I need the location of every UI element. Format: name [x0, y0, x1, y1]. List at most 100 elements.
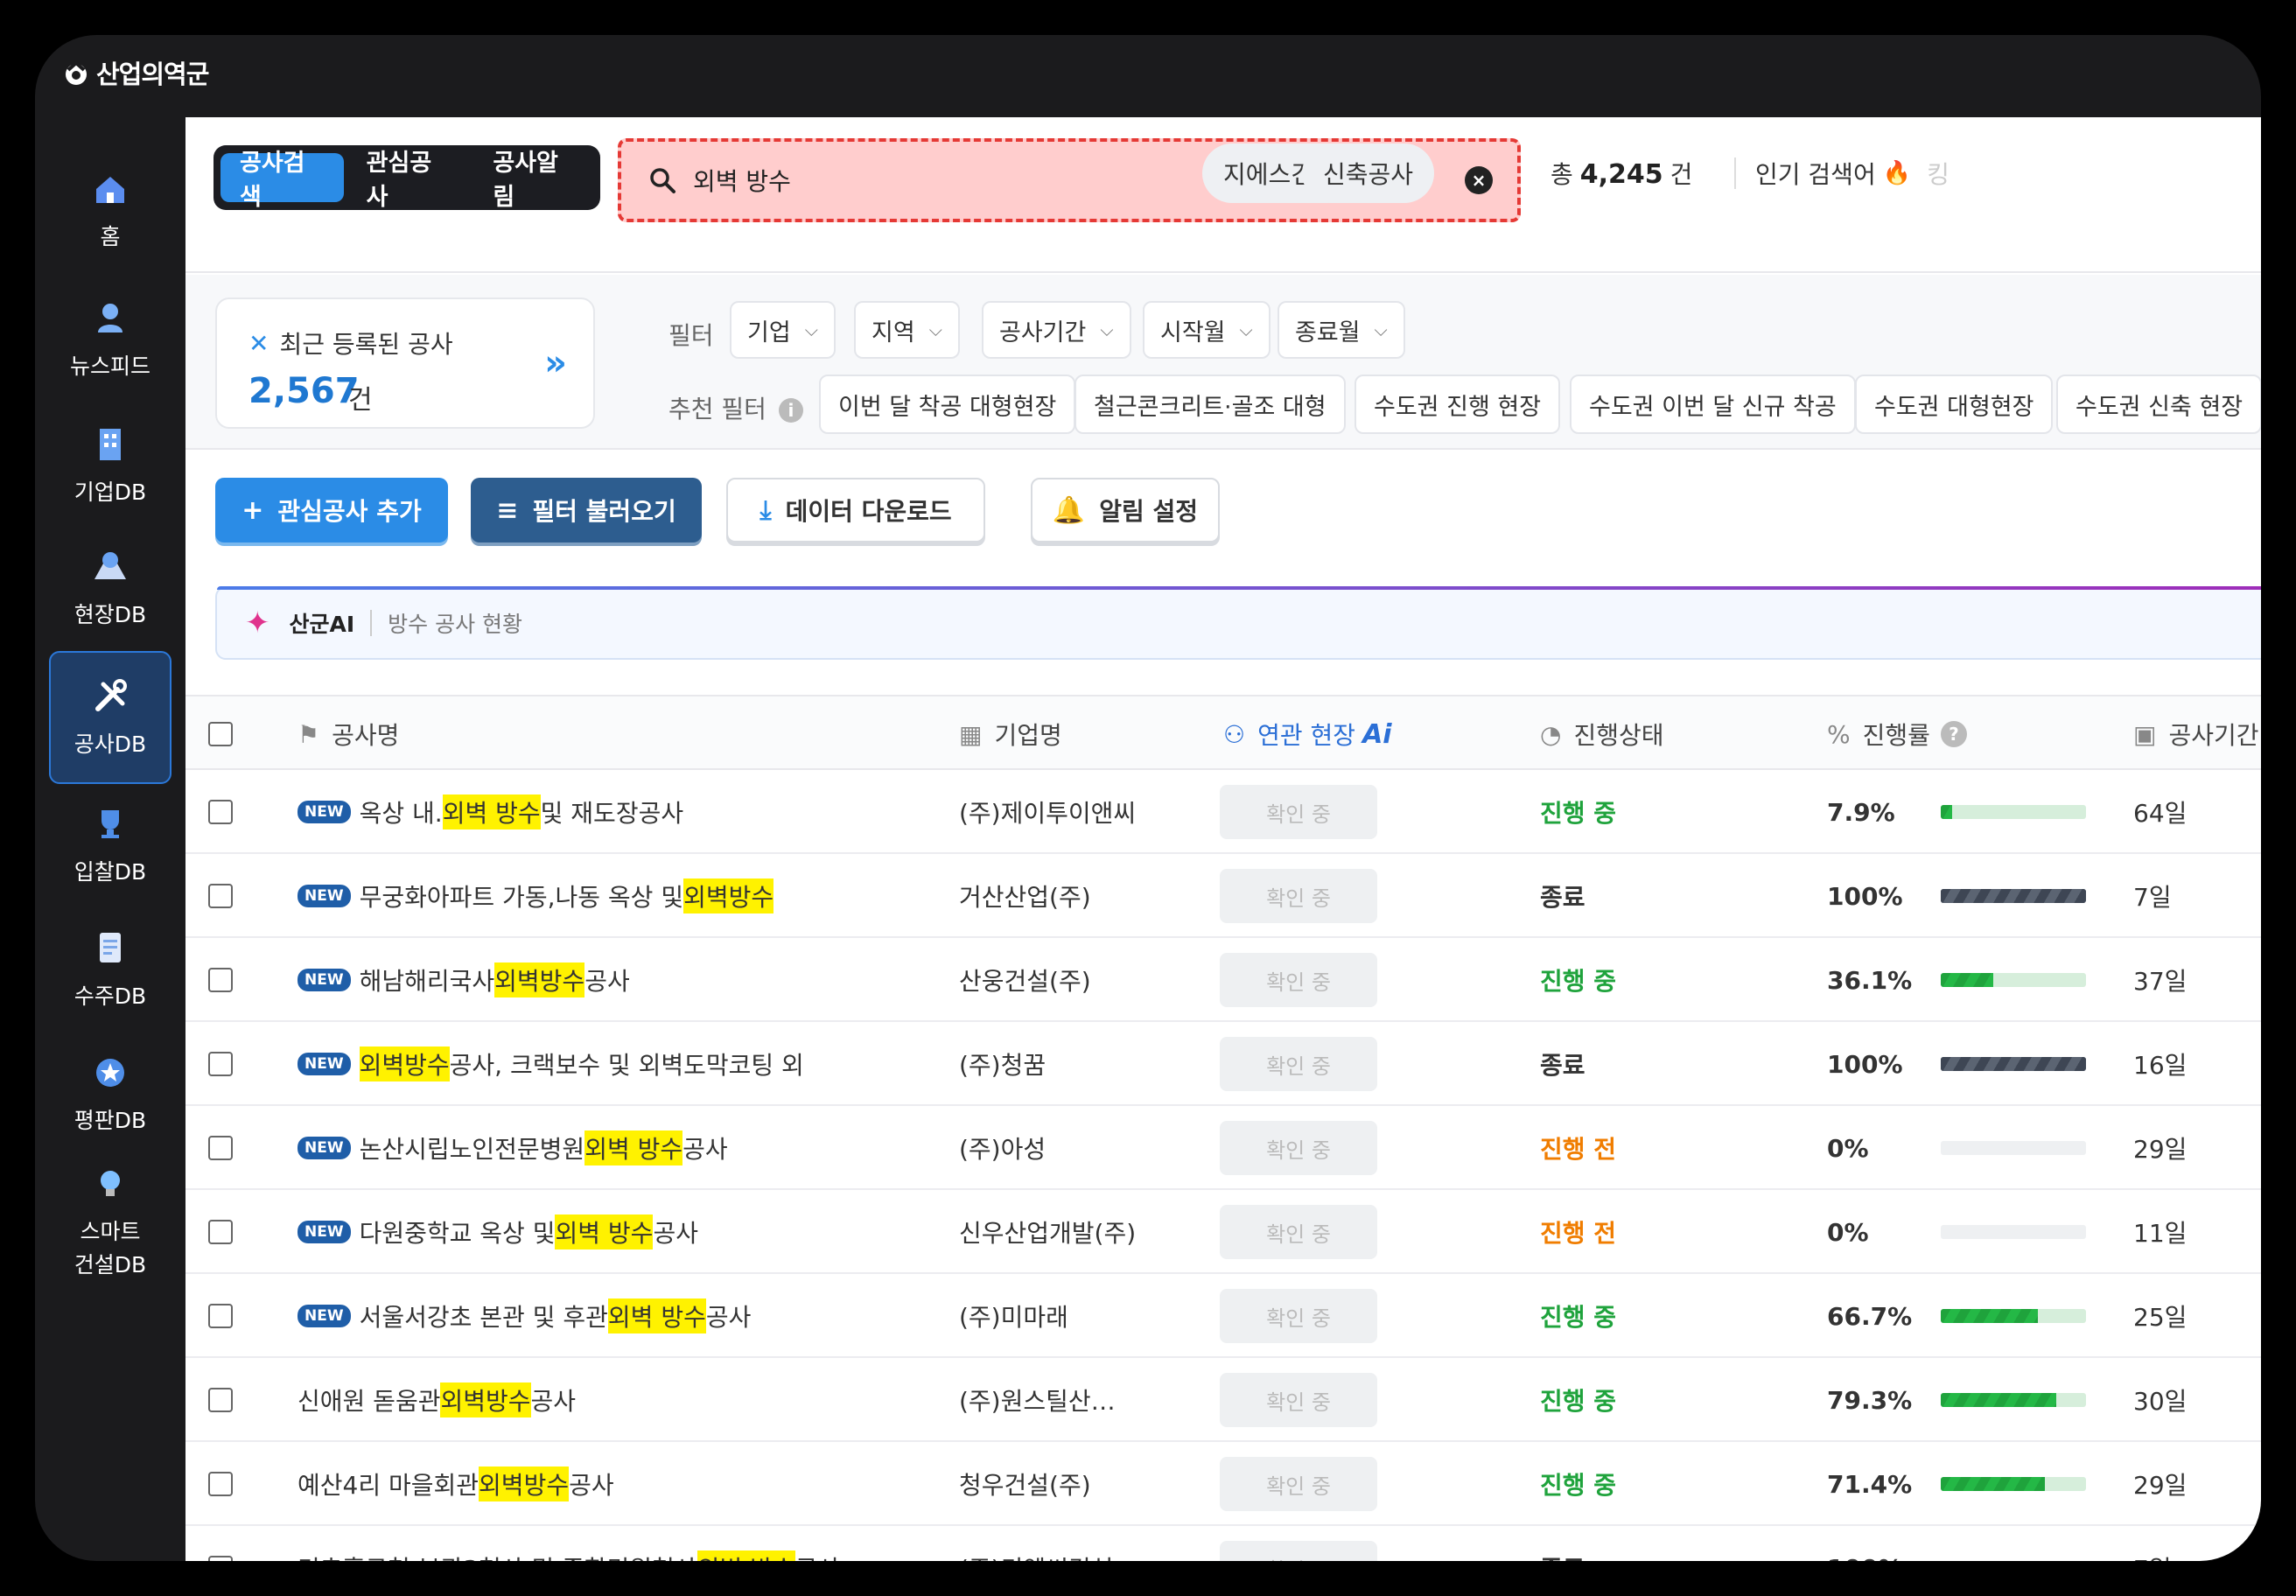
project-name[interactable]: NEW 다원중학교 옥상 및 외벽 방수 공사: [298, 1190, 698, 1274]
table-row[interactable]: NEW 무궁화아파트 가동,나동 옥상 및 외벽방수 거산산업(주) 확인 중 종료 10…: [186, 854, 2261, 938]
col-header-status[interactable]: ◔ 진행상태: [1540, 696, 1663, 772]
sidebar-item-4[interactable]: 현장DB: [49, 522, 172, 654]
company-name[interactable]: 거산산업(주): [959, 854, 1091, 938]
popular-chip-2[interactable]: 신축공사: [1302, 144, 1435, 203]
table-row[interactable]: 신애원 돋움관 외벽방수 공사 (주)원스틸산… 확인 중 진행 중 79.3% 30일: [186, 1358, 2261, 1442]
info-icon[interactable]: i: [778, 398, 803, 423]
col-header-related[interactable]: ⚇ 연관 현장 Ai: [1223, 696, 1392, 772]
checkbox[interactable]: [208, 800, 233, 824]
popular-faded-keyword: 킹: [1927, 160, 1950, 189]
company-name[interactable]: (주)청꿈: [959, 1022, 1046, 1106]
checkbox[interactable]: [208, 1220, 233, 1244]
checkbox[interactable]: [208, 1472, 233, 1496]
row-checkbox-cell[interactable]: [208, 1190, 233, 1274]
company-name[interactable]: 청우건설(주): [959, 1442, 1091, 1526]
checkbox[interactable]: [208, 1052, 233, 1076]
tab-2[interactable]: 관심공사: [347, 150, 471, 211]
sidebar-item-7[interactable]: 수주DB: [49, 903, 172, 1036]
filter-dropdown-1[interactable]: 기업 ⌵: [730, 301, 836, 359]
project-name[interactable]: NEW 해남해리국사 외벽방수 공사: [298, 938, 630, 1022]
company-name[interactable]: (주)디엠씨건설: [959, 1526, 1113, 1561]
project-name[interactable]: NEW 무궁화아파트 가동,나동 옥상 및 외벽방수: [298, 854, 774, 938]
table-row[interactable]: 예산4리 마을회관 외벽방수 공사 청우건설(주) 확인 중 진행 중 71.4% 29일: [186, 1442, 2261, 1526]
project-name[interactable]: NEW 논산시립노인전문병원 외벽 방수 공사: [298, 1106, 728, 1190]
ai-summary-bar[interactable]: ✦ 산군AI 방수 공사 현황: [215, 586, 2261, 660]
sidebar-item-9[interactable]: 스마트 건설DB: [49, 1155, 172, 1288]
table-row[interactable]: NEW 외벽방수 공사, 크랙보수 및 외벽도막코팅 외 (주)청꿈 확인 중 종료 100…: [186, 1022, 2261, 1106]
recommend-filter-chip-6[interactable]: 수도권 신축 현장: [2056, 374, 2261, 434]
col-header-name[interactable]: ⚑ 공사명: [298, 696, 399, 772]
checkbox[interactable]: [208, 1304, 233, 1328]
col-header-period[interactable]: ▣ 공사기간: [2133, 696, 2259, 772]
recent-projects-card[interactable]: ✕ 최근 등록된 공사 2,567 건 »: [215, 298, 595, 429]
company-name[interactable]: (주)제이투이앤씨: [959, 770, 1136, 854]
row-checkbox-cell[interactable]: [208, 854, 233, 938]
company-name[interactable]: (주)원스틸산…: [959, 1358, 1116, 1442]
newsfeed-icon: [98, 304, 122, 332]
tab-1[interactable]: 공사검색: [220, 150, 344, 211]
project-name-text: 공사: [653, 1219, 698, 1248]
filter-dropdown-2[interactable]: 지역 ⌵: [854, 301, 960, 359]
download-button[interactable]: ⤓ 데이터 다운로드: [726, 478, 985, 542]
row-checkbox-cell[interactable]: [208, 1022, 233, 1106]
filter-area: ✕ 최근 등록된 공사 2,567 건 » 필터 기업 ⌵ 지역 ⌵ 공사기간 ⌵ 시작월 ⌵…: [186, 275, 2261, 450]
col-header-company[interactable]: ▦ 기업명: [959, 696, 1062, 772]
row-checkbox-cell[interactable]: [208, 1442, 233, 1526]
download-icon: ⤓: [760, 494, 772, 526]
filter-dropdown-4[interactable]: 시작월 ⌵: [1143, 301, 1270, 359]
company-name[interactable]: (주)아성: [959, 1106, 1046, 1190]
chevron-right-icon[interactable]: »: [544, 343, 567, 383]
row-checkbox-cell[interactable]: [208, 1106, 233, 1190]
filter-dropdown-5[interactable]: 종료월 ⌵: [1278, 301, 1405, 359]
sidebar-item-2[interactable]: 뉴스피드: [49, 273, 172, 406]
table-row[interactable]: NEW 논산시립노인전문병원 외벽 방수 공사 (주)아성 확인 중 진행 전 0% 29일: [186, 1106, 2261, 1190]
col-header-progress[interactable]: % 진행률?: [1827, 696, 1967, 772]
sidebar-item-6[interactable]: 입찰DB: [49, 779, 172, 912]
project-name[interactable]: NEW 서울서강초 본관 및 후관 외벽 방수 공사: [298, 1274, 751, 1358]
recommend-filter-chip-2[interactable]: 철근콘크리트·골조 대형: [1074, 374, 1346, 434]
table-row[interactable]: NEW 서울서강초 본관 및 후관 외벽 방수 공사 (주)미마래 확인 중 진행 중 66…: [186, 1274, 2261, 1358]
project-name[interactable]: 미추홀구청 본관3청사 및 종합민원청사 외벽 방수공사: [298, 1526, 840, 1561]
project-name[interactable]: NEW 외벽방수 공사, 크랙보수 및 외벽도막코팅 외: [298, 1022, 804, 1106]
checkbox[interactable]: [208, 1136, 233, 1160]
company-name[interactable]: 산웅건설(주): [959, 938, 1091, 1022]
row-checkbox-cell[interactable]: [208, 1358, 233, 1442]
table-row[interactable]: 미추홀구청 본관3청사 및 종합민원청사 외벽 방수공사 (주)디엠씨건설 확인 중…: [186, 1526, 2261, 1561]
company-name[interactable]: 신우산업개발(주): [959, 1190, 1136, 1274]
table-row[interactable]: NEW 해남해리국사 외벽방수 공사 산웅건설(주) 확인 중 진행 중 36.1% 37일: [186, 938, 2261, 1022]
checkbox[interactable]: [208, 1556, 233, 1561]
table-row[interactable]: NEW 다원중학교 옥상 및 외벽 방수 공사 신우산업개발(주) 확인 중 진행 전 0%…: [186, 1190, 2261, 1274]
clear-search-icon[interactable]: ×: [1465, 166, 1493, 194]
row-checkbox-cell[interactable]: [208, 1274, 233, 1358]
company-name[interactable]: (주)미마래: [959, 1274, 1068, 1358]
row-checkbox-cell[interactable]: [208, 770, 233, 854]
sidebar-item-1[interactable]: 홈: [49, 144, 172, 276]
select-all-checkbox[interactable]: [208, 696, 233, 772]
checkbox[interactable]: [208, 884, 233, 908]
project-name[interactable]: 예산4리 마을회관 외벽방수 공사: [298, 1442, 614, 1526]
row-checkbox-cell[interactable]: [208, 938, 233, 1022]
load-filter-button[interactable]: ≡ 필터 불러오기: [471, 478, 702, 542]
sidebar-item-3[interactable]: 기업DB: [49, 399, 172, 532]
add-watch-button[interactable]: + 관심공사 추가: [215, 478, 448, 542]
tab-3[interactable]: 공사알림: [473, 150, 597, 211]
app-logo[interactable]: 산업의역군: [61, 54, 209, 91]
checkbox[interactable]: [208, 968, 233, 992]
project-name[interactable]: 신애원 돋움관 외벽방수 공사: [298, 1358, 576, 1442]
sidebar-item-8[interactable]: 평판DB: [49, 1027, 172, 1160]
alert-settings-button[interactable]: 🔔 알림 설정: [1031, 478, 1220, 542]
table-row[interactable]: NEW 옥상 내. 외벽 방수 및 재도장공사 (주)제이투이앤씨 확인 중 진행 중 7.9…: [186, 770, 2261, 854]
help-icon[interactable]: ?: [1940, 721, 1967, 747]
sidebar-item-5[interactable]: 공사DB: [49, 651, 172, 784]
filter-dropdown-3[interactable]: 공사기간 ⌵: [982, 301, 1131, 359]
project-name-text: 서울서강초 본관 및 후관: [359, 1303, 608, 1332]
recommend-filter-chip-5[interactable]: 수도권 대형현장: [1855, 374, 2054, 434]
confirm-status-badge: 확인 중: [1220, 1289, 1377, 1343]
checkbox[interactable]: [208, 1388, 233, 1412]
recommend-filter-chip-1[interactable]: 이번 달 착공 대형현장: [819, 374, 1076, 434]
project-name[interactable]: NEW 옥상 내. 외벽 방수 및 재도장공사: [298, 770, 683, 854]
checkbox[interactable]: [208, 722, 233, 746]
recommend-filter-chip-4[interactable]: 수도권 이번 달 신규 착공: [1570, 374, 1856, 434]
row-checkbox-cell[interactable]: [208, 1526, 233, 1561]
recommend-filter-chip-3[interactable]: 수도권 진행 현장: [1354, 374, 1561, 434]
